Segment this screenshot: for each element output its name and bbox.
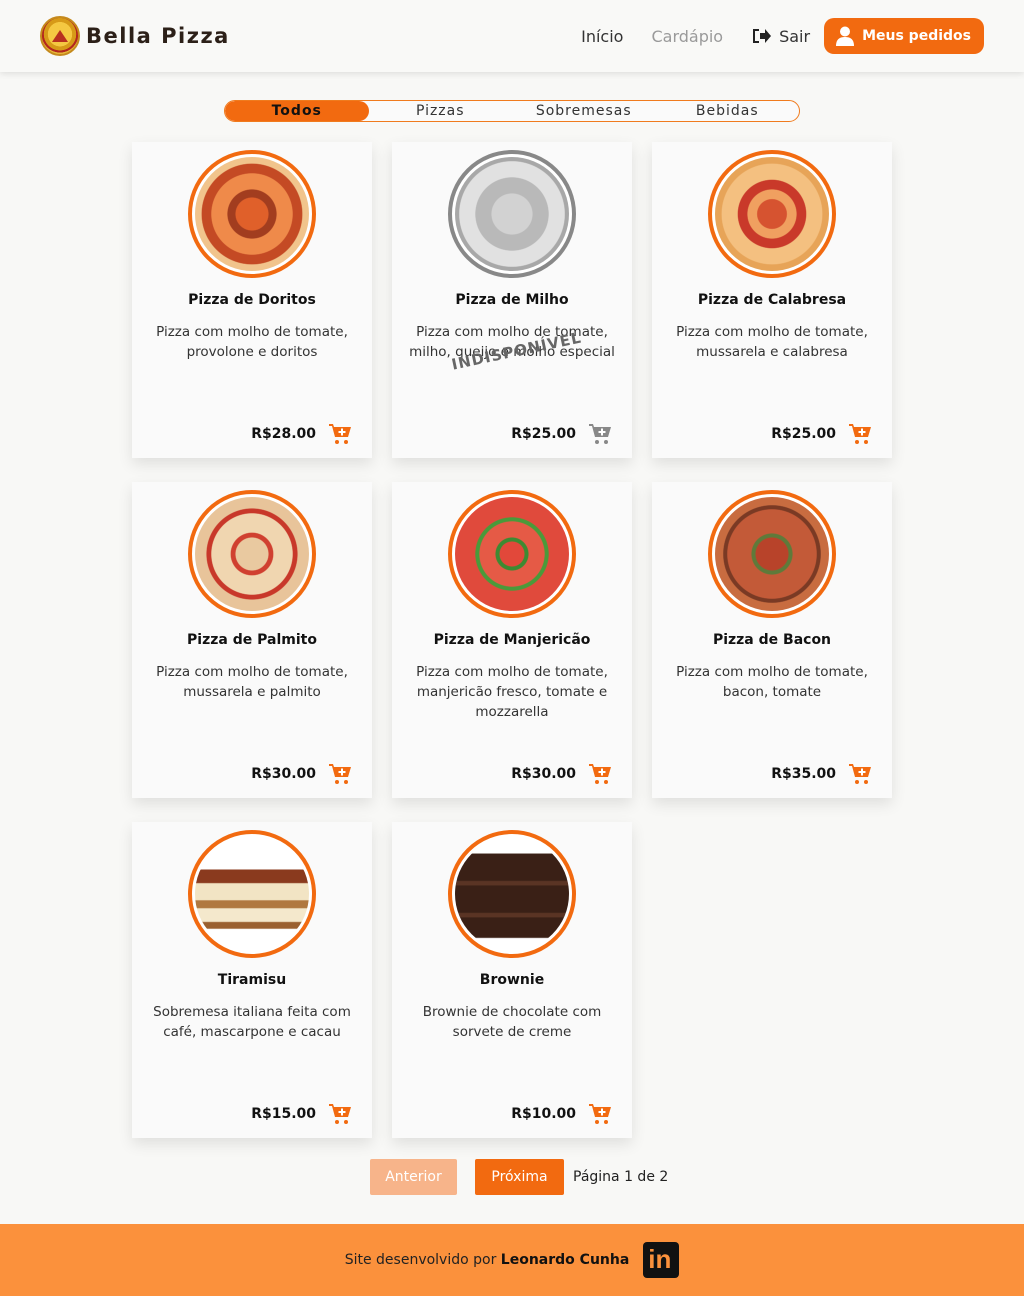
product-name: Pizza de Calabresa <box>697 292 847 308</box>
nav-home-link[interactable]: Início <box>581 27 623 46</box>
sign-out-icon <box>753 29 772 43</box>
product-name: Pizza de Manjericão <box>433 632 591 648</box>
site-footer: Site desenvolvido por Leonardo Cunha in <box>0 1224 1024 1296</box>
pagination: Anterior Próxima Página 1 de 2 <box>370 1159 668 1195</box>
top-header: Bella Pizza Início Cardápio Sair Meus pe… <box>0 0 1024 72</box>
product-image <box>448 830 576 958</box>
product-description: Brownie de chocolate com sorvete de crem… <box>422 1004 602 1040</box>
pizza-logo-icon <box>40 16 80 56</box>
product-name: Tiramisu <box>217 972 287 988</box>
product-name: Pizza de Doritos <box>188 292 316 308</box>
product-image <box>708 490 836 618</box>
product-description: Sobremesa italiana feita com café, masca… <box>153 1004 351 1040</box>
product-card: Pizza de Milho Pizza com molho de tomate… <box>392 142 632 458</box>
add-to-cart-icon[interactable] <box>328 1102 352 1126</box>
product-description: Pizza com molho de tomate, provolone e d… <box>156 324 348 360</box>
product-price: R$30.00 <box>251 766 316 782</box>
tab-all[interactable]: Todos <box>225 101 369 121</box>
add-to-cart-icon[interactable] <box>588 762 612 786</box>
brand-name: Bella Pizza <box>86 24 230 48</box>
product-card: Tiramisu Sobremesa italiana feita com ca… <box>132 822 372 1138</box>
product-card: Pizza de Palmito Pizza com molho de toma… <box>132 482 372 798</box>
logout-label: Sair <box>779 26 811 46</box>
product-image <box>188 490 316 618</box>
logout-link[interactable]: Sair <box>751 27 810 46</box>
product-price: R$28.00 <box>251 426 316 442</box>
product-price: R$15.00 <box>251 1106 316 1122</box>
add-to-cart-icon[interactable] <box>848 762 872 786</box>
product-price: R$25.00 <box>511 426 576 442</box>
main-nav: Início Cardápio Sair Meus pedidos <box>581 18 984 54</box>
footer-credit: Site desenvolvido por Leonardo Cunha <box>345 1252 630 1268</box>
page-indicator: Página 1 de 2 <box>573 1169 669 1185</box>
add-to-cart-icon[interactable] <box>328 762 352 786</box>
product-price: R$10.00 <box>511 1106 576 1122</box>
product-card: Brownie Brownie de chocolate com sorvete… <box>392 822 632 1138</box>
product-image <box>188 830 316 958</box>
product-card: Pizza de Calabresa Pizza com molho de to… <box>652 142 892 458</box>
product-price: R$35.00 <box>771 766 836 782</box>
add-to-cart-icon[interactable] <box>588 1102 612 1126</box>
add-to-cart-icon[interactable] <box>328 422 352 446</box>
product-image <box>188 150 316 278</box>
nav-menu-link[interactable]: Cardápio <box>651 27 723 46</box>
product-description: Pizza com molho de tomate, bacon, tomate <box>676 664 868 700</box>
previous-page-button[interactable]: Anterior <box>370 1159 457 1195</box>
add-to-cart-icon <box>589 424 611 444</box>
next-page-button[interactable]: Próxima <box>475 1159 564 1195</box>
product-card: Pizza de Doritos Pizza com molho de toma… <box>132 142 372 458</box>
footer-text: Site desenvolvido por <box>344 1252 501 1268</box>
my-orders-button[interactable]: Meus pedidos <box>824 18 984 54</box>
product-name: Pizza de Milho <box>455 292 569 308</box>
tab-desserts[interactable]: Sobremesas <box>512 101 656 121</box>
product-price: R$30.00 <box>511 766 576 782</box>
add-to-cart-icon[interactable] <box>848 422 872 446</box>
product-name: Pizza de Bacon <box>712 632 832 648</box>
product-description: Pizza com molho de tomate, manjericão fr… <box>416 664 608 720</box>
product-image <box>448 490 576 618</box>
brand-logo[interactable]: Bella Pizza <box>40 16 230 56</box>
my-orders-label: Meus pedidos <box>862 28 971 44</box>
product-name: Brownie <box>479 972 545 988</box>
user-icon <box>836 26 855 46</box>
product-image <box>448 150 576 278</box>
footer-author: Leonardo Cunha <box>500 1252 630 1268</box>
product-card: Pizza de Manjericão Pizza com molho de t… <box>392 482 632 798</box>
product-card: Pizza de Bacon Pizza com molho de tomate… <box>652 482 892 798</box>
category-tabs: Todos Pizzas Sobremesas Bebidas <box>224 100 800 122</box>
product-image <box>708 150 836 278</box>
product-name: Pizza de Palmito <box>187 632 317 648</box>
product-description: Pizza com molho de tomate, mussarela e p… <box>156 664 348 700</box>
product-description: Pizza com molho de tomate, mussarela e c… <box>676 324 868 360</box>
product-price: R$25.00 <box>771 426 836 442</box>
tab-pizzas[interactable]: Pizzas <box>369 101 513 121</box>
linkedin-icon[interactable]: in <box>643 1242 680 1278</box>
tab-drinks[interactable]: Bebidas <box>656 101 800 121</box>
